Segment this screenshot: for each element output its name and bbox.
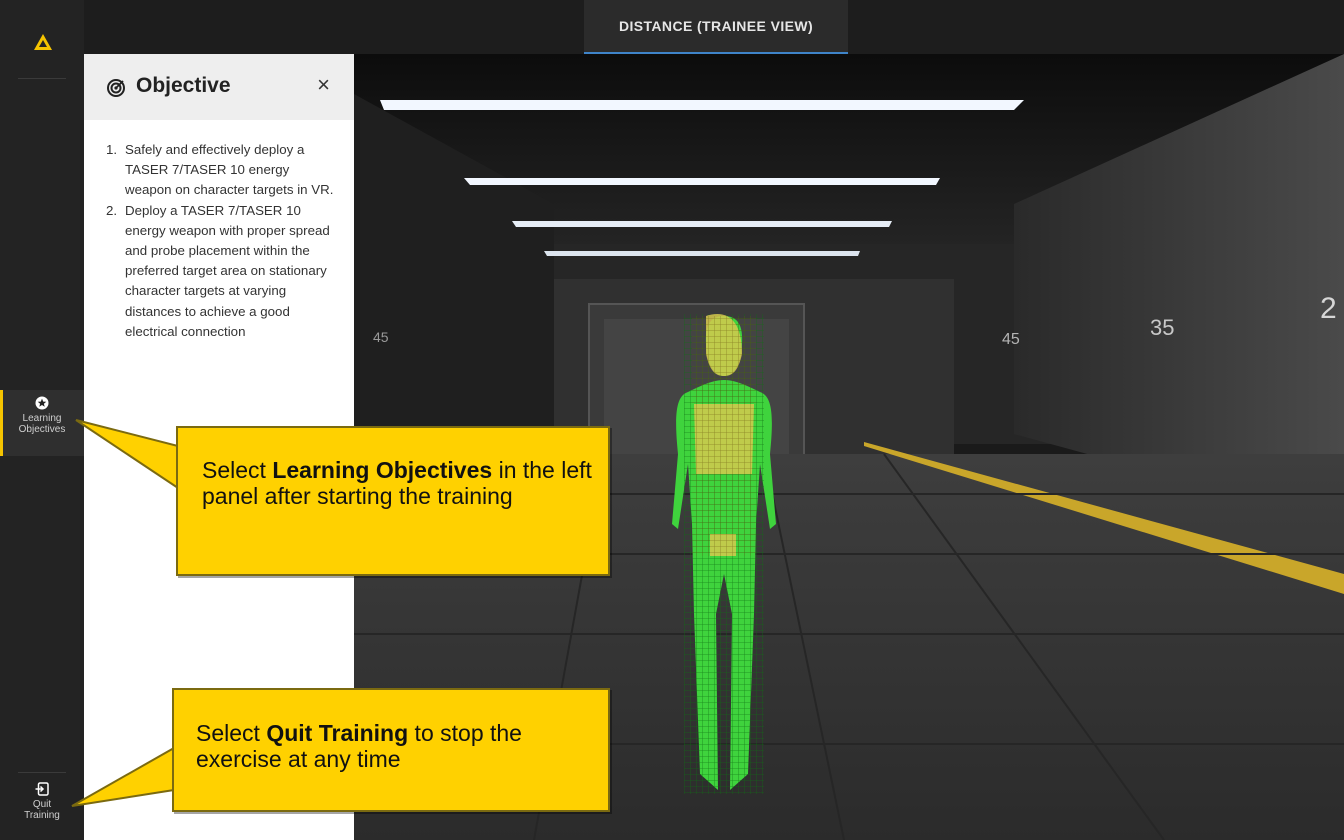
callout-emphasis: Learning Objectives [272, 457, 493, 483]
close-icon[interactable]: × [317, 72, 330, 98]
sidebar-item-label: Training [24, 810, 60, 821]
sidebar-item-learning-objectives[interactable]: Learning Objectives [0, 390, 84, 456]
objective-panel-header: Objective × [84, 54, 354, 120]
exit-icon [35, 782, 49, 796]
app-logo-icon [34, 34, 52, 50]
sidebar-divider [18, 772, 66, 773]
list-item-number: 1. [106, 142, 118, 157]
callout-learning-objectives: Select Learning Objectives in the left p… [176, 426, 610, 576]
sidebar-item-label: Objectives [18, 424, 66, 435]
wall-distance-number: 45 [1002, 331, 1020, 348]
character-target[interactable] [672, 313, 776, 794]
sidebar-item-label: Quit [32, 799, 52, 810]
wall-distance-number: 35 [1150, 315, 1174, 340]
list-item: 2. Deploy a TASER 7/TASER 10 energy weap… [106, 201, 338, 342]
callout-text: Select [202, 457, 273, 483]
sidebar-item-label: Learning [22, 413, 62, 424]
list-item: 1. Safely and effectively deploy a TASER… [106, 140, 338, 201]
wall-distance-number: 45 [373, 329, 389, 345]
objective-panel-title: Objective [136, 74, 231, 97]
star-circle-icon [35, 396, 49, 410]
left-sidebar: Learning Objectives Quit Training [0, 0, 84, 840]
callout-text: Select [196, 720, 267, 746]
list-item-text: Safely and effectively deploy a TASER 7/… [125, 142, 334, 198]
wall-distance-number: 2 [1320, 292, 1337, 325]
objective-list: 1. Safely and effectively deploy a TASER… [106, 140, 338, 342]
sidebar-divider [18, 78, 66, 79]
sidebar-item-quit-training[interactable]: Quit Training [0, 782, 84, 840]
callout-emphasis: Quit Training [266, 720, 409, 746]
target-icon [107, 79, 125, 97]
list-item-number: 2. [106, 202, 118, 218]
callout-quit-training: Select Quit Training to stop the exercis… [172, 688, 610, 812]
list-item-text: Deploy a TASER 7/TASER 10 energy weapon … [125, 202, 330, 339]
tab-distance-trainee-view[interactable]: DISTANCE (TRAINEE VIEW) [584, 0, 848, 55]
